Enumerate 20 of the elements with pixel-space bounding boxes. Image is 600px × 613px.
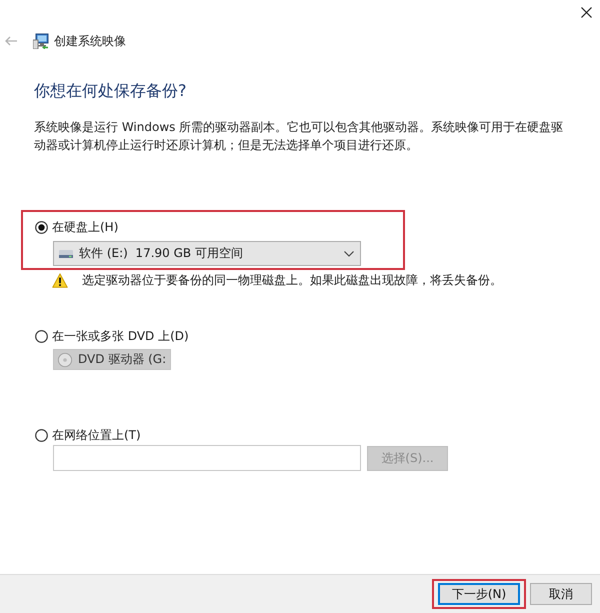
option-label[interactable]: 在网络位置上(T): [52, 426, 141, 444]
path-input-field[interactable]: [53, 445, 361, 471]
page-heading: 你想在何处保存备份?: [34, 80, 186, 102]
window-title: 创建系统映像: [54, 32, 126, 50]
close-icon: [580, 7, 592, 18]
disc-icon: [58, 352, 72, 366]
computer-icon: [33, 33, 49, 49]
radio-button[interactable]: [35, 428, 48, 442]
dialog-button[interactable]: 下一步(N): [438, 583, 520, 605]
warning-text: 选定驱动器位于要备份的同一物理磁盘上。如果此磁盘出现故障，将丢失备份。: [82, 272, 502, 289]
radio-button[interactable]: [35, 220, 48, 234]
radio-button[interactable]: [35, 330, 48, 342]
option-label[interactable]: 在一张或多张 DVD 上(D): [52, 328, 189, 344]
hard-drive-icon: [59, 250, 73, 258]
description-text: 系统映像是运行 Windows 所需的驱动器副本。它也可以包含其他驱动器。系统映像可用于在硬盘驱动器或计算机停止运行时还原计算机；但是无法选择单个项目进行还原。: [34, 119, 564, 154]
drive-dropdown[interactable]: 软件 (E:) 17.90 GB 可用空间: [53, 241, 361, 266]
dialog-button[interactable]: 取消: [530, 583, 592, 605]
warning-icon: [52, 273, 68, 288]
option-label[interactable]: 在硬盘上(H): [52, 218, 118, 236]
chevron-down-icon: [344, 250, 354, 256]
